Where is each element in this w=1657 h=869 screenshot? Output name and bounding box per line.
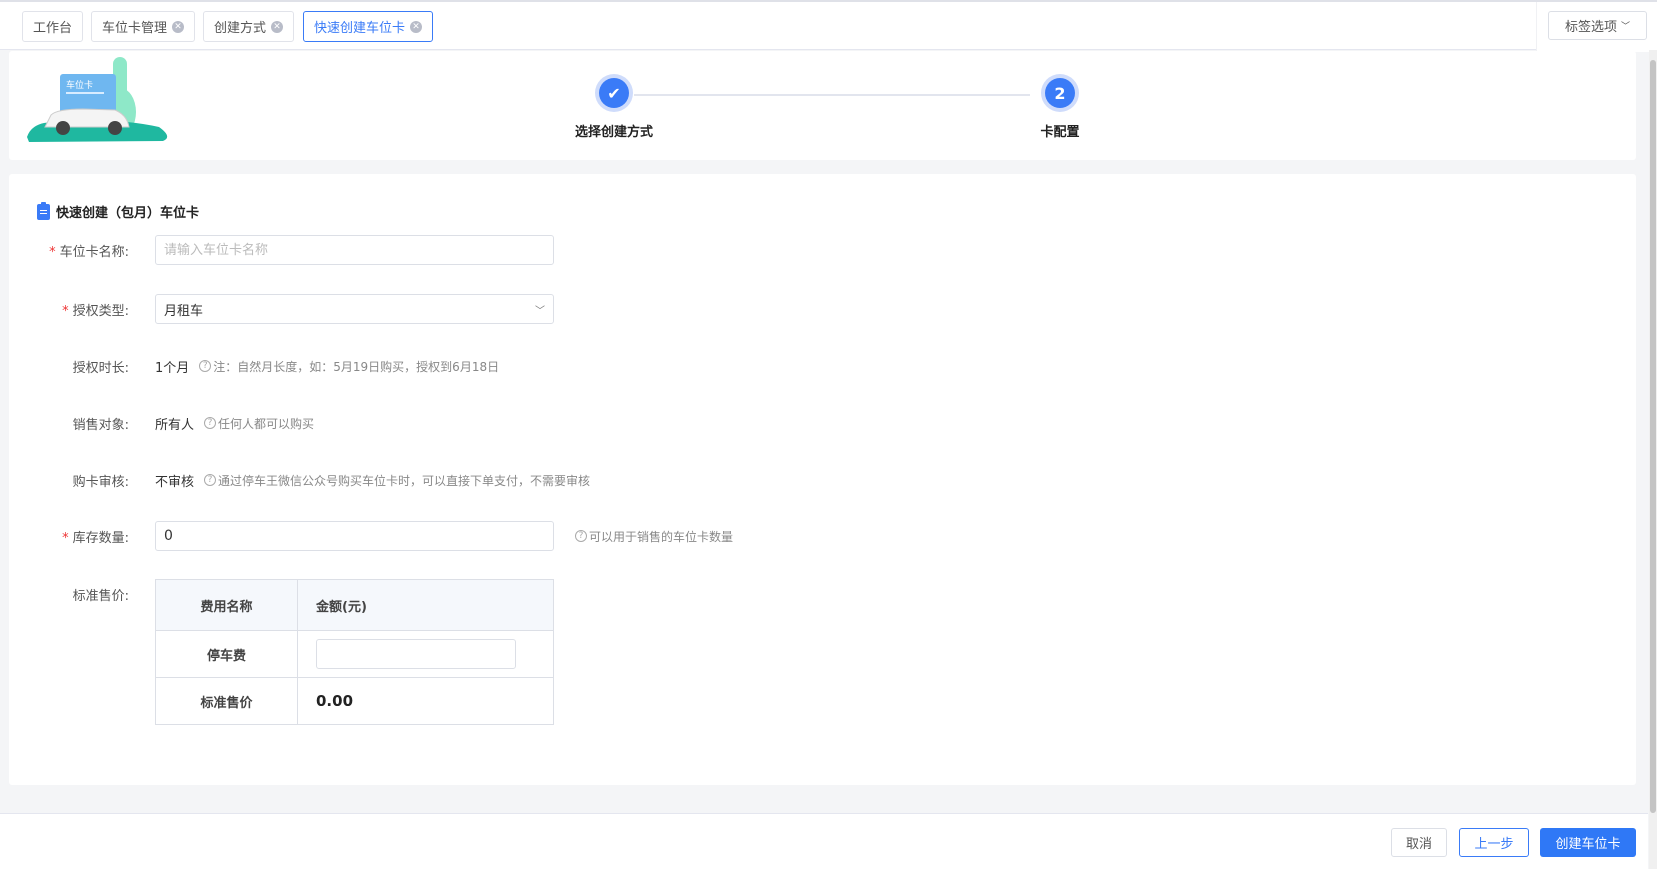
field-name: * 车位卡名称: <box>9 235 609 265</box>
create-card-button[interactable]: 创建车位卡 <box>1540 828 1636 857</box>
cancel-button[interactable]: 取消 <box>1391 828 1447 857</box>
step-label: 卡配置 <box>1040 125 1080 140</box>
chevron-down-icon: ﹀ <box>535 305 545 317</box>
scrollbar[interactable] <box>1649 50 1657 869</box>
help-icon: ? <box>204 474 217 486</box>
total-price: 0.00 <box>297 677 554 725</box>
previous-step-button[interactable]: 上一步 <box>1459 828 1529 857</box>
card-name-input[interactable] <box>155 235 554 265</box>
tab-card-management[interactable]: 车位卡管理 ✕ <box>91 11 196 42</box>
tag-options-button[interactable]: 标签选项 ﹀ <box>1548 11 1647 40</box>
close-icon[interactable]: ✕ <box>271 20 284 33</box>
field-duration: 授权时长: 1个月? 注：自然月长度，如：5月19日购买，授权到6月18日 <box>72 359 500 376</box>
tab-quick-create[interactable]: 快速创建车位卡 ✕ <box>303 11 434 42</box>
step-2: 2 卡配置 <box>1000 74 1120 140</box>
field-price: 标准售价: <box>72 588 129 604</box>
auth-type-select[interactable]: 月租车 ﹀ <box>155 294 554 324</box>
field-auth-type: * 授权类型: 月租车 ﹀ <box>9 294 609 324</box>
scrollbar-thumb[interactable] <box>1650 60 1656 813</box>
clipboard-icon <box>37 201 50 220</box>
steps-card: 车位卡 ✔ 选择创建方式 2 卡配置 <box>9 51 1636 160</box>
step-number: 2 <box>1045 78 1075 108</box>
field-sale-target: 销售对象: 所有人? 任何人都可以购买 <box>72 416 315 433</box>
parking-card-illustration: 车位卡 <box>27 57 168 142</box>
step-connector <box>634 94 1030 96</box>
stock-input[interactable] <box>155 521 554 551</box>
step-1: ✔ 选择创建方式 <box>554 74 674 140</box>
help-icon: ? <box>204 417 217 429</box>
illustration-label: 车位卡 <box>66 79 93 91</box>
tab-bar: 工作台 车位卡管理 ✕ 创建方式 ✕ 快速创建车位卡 ✕ 标签选项 ﹀ <box>0 0 1657 52</box>
form-card: 快速创建（包月）车位卡 *车位卡名称: *授权类型: 月租车﹀ 授权时长: 1个… <box>9 174 1636 785</box>
parking-fee-input[interactable] <box>316 639 516 669</box>
field-review: 购卡审核: 不审核? 通过停车王微信公众号购买车位卡时，可以直接下单支付，不需要审… <box>72 473 591 490</box>
step-label: 选择创建方式 <box>574 125 653 140</box>
close-icon[interactable]: ✕ <box>410 20 423 33</box>
check-icon: ✔ <box>599 78 629 108</box>
tab-create-method[interactable]: 创建方式 ✕ <box>203 11 295 42</box>
close-icon[interactable]: ✕ <box>172 20 185 33</box>
help-icon: ? <box>199 360 212 372</box>
field-stock: *库存数量: ?可以用于销售的车位卡数量 <box>9 521 909 551</box>
help-icon: ? <box>575 530 587 542</box>
form-title: 快速创建（包月）车位卡 <box>37 201 199 221</box>
chevron-down-icon: ﹀ <box>1621 22 1631 32</box>
tab-workbench[interactable]: 工作台 <box>22 11 84 42</box>
price-table: 费用名称 金额(元) 停车费 标准售价 0.00 <box>155 579 554 725</box>
footer-bar: 取消 上一步 创建车位卡 <box>0 813 1648 869</box>
